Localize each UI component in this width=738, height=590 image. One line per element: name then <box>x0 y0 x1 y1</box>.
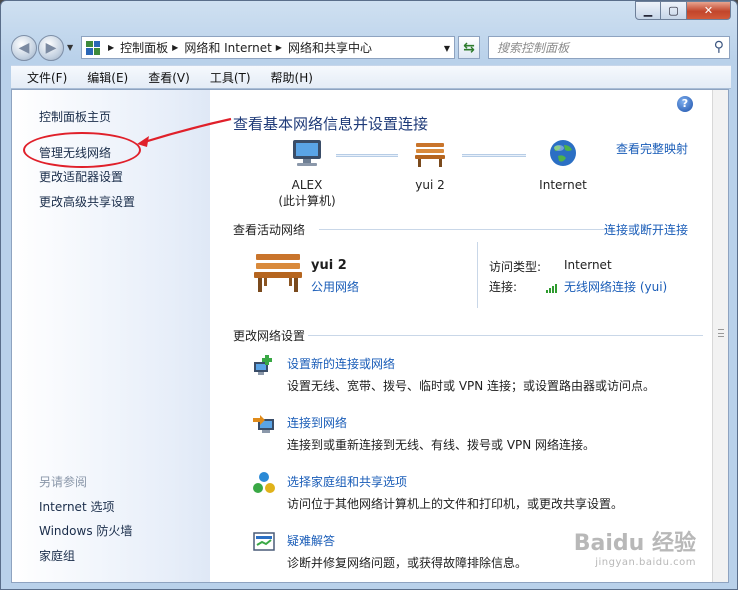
sidebar-link-change-adapter[interactable]: 更改适配器设置 <box>39 168 123 185</box>
window-caption-buttons: ▁ ▢ ✕ <box>635 1 731 20</box>
troubleshoot-icon <box>253 532 275 551</box>
page-title: 查看基本网络信息并设置连接 <box>233 115 429 133</box>
homegroup-icon <box>253 472 275 493</box>
menu-bar: 文件(F) 编辑(E) 查看(V) 工具(T) 帮助(H) <box>11 65 731 89</box>
refresh-icon: ⇆ <box>463 39 475 56</box>
breadcrumb-control-panel[interactable]: 控制面板 ▶ <box>120 39 184 56</box>
watermark-main: Baidu 经验 <box>573 531 696 556</box>
task-setup-connection-desc: 设置无线、宽带、拨号、临时或 VPN 连接；或设置路由器或访问点。 <box>287 379 656 393</box>
connect-disconnect-link[interactable]: 连接或断开连接 <box>604 221 688 238</box>
back-arrow-icon: ◀ <box>18 40 30 56</box>
watermark-sub: jingyan.baidu.com <box>595 557 696 568</box>
menu-edit[interactable]: 编辑(E) <box>77 69 138 86</box>
map-node-network[interactable]: yui 2 <box>400 138 460 193</box>
sidebar: 控制面板主页 管理无线网络 更改适配器设置 更改高级共享设置 另请参阅 Inte… <box>12 90 210 582</box>
see-also-windows-firewall[interactable]: Windows 防火墙 <box>39 522 132 539</box>
address-row: ◀ ▶ ▼ ▶ 控制面板 ▶ 网络和 Internet ▶ 网络和共享中心 ▼ ⇆ … <box>1 31 737 63</box>
globe-icon <box>550 140 576 166</box>
connect-to-network-icon <box>253 415 274 433</box>
network-category-link[interactable]: 公用网络 <box>311 278 359 295</box>
task-connect-network-desc: 连接到或重新连接到无线、有线、拨号或 VPN 网络连接。 <box>287 438 596 452</box>
back-button[interactable]: ◀ <box>11 35 37 61</box>
map-connection-line <box>336 154 398 157</box>
refresh-button[interactable]: ⇆ <box>458 36 480 59</box>
breadcrumb-separator-icon: ▶ <box>108 43 115 52</box>
minimize-button[interactable]: ▁ <box>635 1 661 20</box>
menu-help[interactable]: 帮助(H) <box>261 69 323 86</box>
active-networks-heading: 查看活动网络 <box>233 223 306 237</box>
change-settings-heading: 更改网络设置 <box>233 329 306 343</box>
wireless-connection-link[interactable]: 无线网络连接 (yui) <box>546 278 667 295</box>
forward-button[interactable]: ▶ <box>38 35 64 61</box>
address-bar[interactable]: ▶ 控制面板 ▶ 网络和 Internet ▶ 网络和共享中心 ▼ <box>81 36 455 59</box>
signal-strength-icon <box>546 283 560 293</box>
connection-label: 连接: <box>489 280 518 294</box>
menu-file[interactable]: 文件(F) <box>17 69 77 86</box>
task-troubleshoot-desc: 诊断并修复网络问题，或获得故障排除信息。 <box>287 556 528 570</box>
breadcrumb-separator-icon: ▶ <box>275 43 282 52</box>
forward-arrow-icon: ▶ <box>45 40 57 56</box>
see-also-homegroup[interactable]: 家庭组 <box>39 547 75 564</box>
task-connect-network-link[interactable]: 连接到网络 <box>287 414 347 431</box>
menu-view[interactable]: 查看(V) <box>138 69 200 86</box>
map-node-computer[interactable]: ALEX (此计算机) <box>272 138 342 209</box>
network-sharing-center-window: ▁ ▢ ✕ ◀ ▶ ▼ ▶ 控制面板 ▶ 网络和 Internet ▶ 网络和共享中… <box>0 0 738 590</box>
bench-icon <box>415 143 445 167</box>
task-homegroup-link[interactable]: 选择家庭组和共享选项 <box>287 473 407 490</box>
annotation-circle <box>23 132 141 168</box>
breadcrumb-label: 控制面板 <box>120 41 169 55</box>
search-placeholder: 搜索控制面板 <box>497 41 570 55</box>
vertical-divider <box>477 242 478 308</box>
close-button[interactable]: ✕ <box>687 1 731 20</box>
see-also-internet-options[interactable]: Internet 选项 <box>39 498 114 515</box>
breadcrumb-root[interactable]: ▶ <box>104 43 120 52</box>
task-troubleshoot-link[interactable]: 疑难解答 <box>287 532 335 549</box>
active-network-name: yui 2 <box>311 258 347 273</box>
node-label: Internet <box>539 178 587 192</box>
scrollbar-grip-icon[interactable] <box>718 329 724 337</box>
access-type-label: 访问类型: <box>489 260 542 274</box>
node-label: ALEX <box>291 178 323 192</box>
new-connection-icon <box>254 355 272 375</box>
breadcrumb-network-internet[interactable]: 网络和 Internet ▶ <box>184 39 288 56</box>
node-sublabel: (此计算机) <box>278 194 336 208</box>
map-connection-line <box>462 154 526 157</box>
task-homegroup-desc: 访问位于其他网络计算机上的文件和打印机，或更改共享设置。 <box>287 497 624 511</box>
recent-pages-dropdown[interactable]: ▼ <box>67 43 73 52</box>
breadcrumb-separator-icon: ▶ <box>172 43 179 52</box>
node-label: yui 2 <box>415 178 445 192</box>
help-icon[interactable]: ? <box>677 96 693 112</box>
menu-tools[interactable]: 工具(T) <box>200 69 261 86</box>
see-also-heading: 另请参阅 <box>39 475 88 489</box>
section-divider <box>308 335 703 336</box>
vertical-scrollbar[interactable] <box>712 90 728 582</box>
access-type-value: Internet <box>564 258 612 272</box>
map-node-internet[interactable]: Internet <box>528 138 598 193</box>
client-area: 控制面板主页 管理无线网络 更改适配器设置 更改高级共享设置 另请参阅 Inte… <box>11 89 729 583</box>
task-setup-connection-link[interactable]: 设置新的连接或网络 <box>287 355 395 372</box>
breadcrumb-label: 网络和共享中心 <box>287 41 372 55</box>
full-map-link[interactable]: 查看完整映射 <box>616 140 688 157</box>
search-icon[interactable]: ⚲ <box>714 39 724 55</box>
wireless-connection-label: 无线网络连接 (yui) <box>564 280 668 294</box>
breadcrumb-label: 网络和 Internet <box>184 41 272 55</box>
search-input[interactable]: 搜索控制面板 ⚲ <box>488 36 730 59</box>
address-dropdown-icon[interactable]: ▼ <box>444 44 450 53</box>
main-content: ? 查看基本网络信息并设置连接 查看完整映射 ALEX (此计算机) yui 2… <box>210 90 714 582</box>
sidebar-link-control-panel-home[interactable]: 控制面板主页 <box>39 108 111 125</box>
breadcrumb-network-sharing-center[interactable]: 网络和共享中心 <box>288 39 372 56</box>
section-divider <box>319 229 613 230</box>
computer-icon <box>293 140 321 166</box>
bench-large-icon <box>254 254 302 292</box>
network-center-icon <box>86 40 100 55</box>
baidu-watermark: Baidu 经验 jingyan.baidu.com <box>574 525 696 568</box>
sidebar-link-advanced-sharing[interactable]: 更改高级共享设置 <box>39 193 135 210</box>
maximize-button[interactable]: ▢ <box>661 1 687 20</box>
